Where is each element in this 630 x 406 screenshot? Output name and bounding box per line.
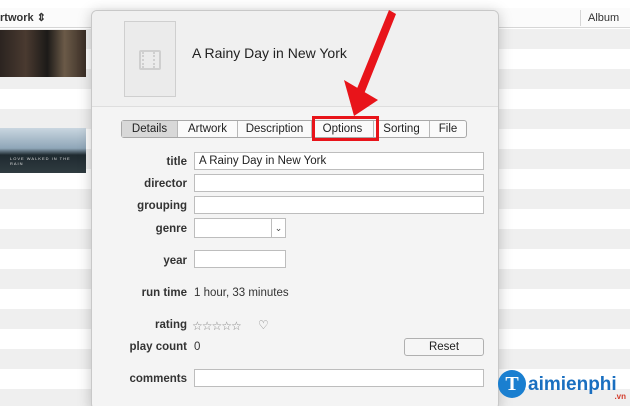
play-count-value: 0	[194, 341, 201, 353]
run-time-label: run time	[141, 287, 187, 299]
film-placeholder-icon	[139, 50, 161, 70]
director-field[interactable]	[194, 174, 484, 192]
tab-sorting[interactable]: Sorting	[374, 121, 430, 137]
info-dialog: A Rainy Day in New York Details Artwork …	[91, 10, 499, 406]
column-header-artwork-label: rtwork	[0, 12, 34, 24]
comments-label: comments	[129, 373, 187, 385]
year-field[interactable]	[194, 250, 286, 268]
movie-thumbnail[interactable]: LOVE WALKED IN THE RAIN	[0, 128, 86, 173]
tab-description[interactable]: Description	[238, 121, 312, 137]
title-label: title	[166, 156, 187, 168]
tab-file[interactable]: File	[430, 121, 466, 137]
logo-letter: T	[498, 370, 526, 398]
logo-text: aimienphi	[528, 374, 617, 395]
rating-stars[interactable]: ☆☆☆☆☆	[192, 319, 242, 333]
tab-details[interactable]: Details	[122, 121, 178, 137]
title-field[interactable]: A Rainy Day in New York	[194, 152, 484, 170]
dialog-title: A Rainy Day in New York	[192, 45, 347, 61]
annotation-arrow-icon	[344, 10, 396, 116]
logo-suffix: .vn	[614, 392, 626, 401]
year-label: year	[163, 255, 187, 267]
love-heart-icon[interactable]: ♡	[258, 318, 269, 332]
column-divider	[580, 10, 581, 26]
column-header-artwork[interactable]: rtwork ⇕	[0, 11, 46, 24]
grouping-label: grouping	[137, 200, 187, 212]
taimienphi-logo: T aimienphi .vn	[498, 368, 630, 402]
chevron-down-icon[interactable]: ⌄	[271, 219, 285, 237]
play-count-label: play count	[129, 341, 187, 353]
grouping-field[interactable]	[194, 196, 484, 214]
sort-updown-icon: ⇕	[36, 12, 46, 24]
artwork-placeholder[interactable]	[124, 21, 176, 97]
thumbnail-caption: LOVE WALKED IN THE RAIN	[10, 156, 71, 166]
tab-bar: Details Artwork Description Options Sort…	[121, 120, 467, 138]
reset-button[interactable]: Reset	[404, 338, 484, 356]
run-time-value: 1 hour, 33 minutes	[194, 287, 289, 299]
genre-select[interactable]: ⌄	[194, 218, 286, 238]
genre-label: genre	[155, 223, 187, 235]
rating-label: rating	[155, 319, 187, 331]
director-label: director	[144, 178, 187, 190]
dialog-header: A Rainy Day in New York	[92, 11, 498, 107]
tab-artwork[interactable]: Artwork	[178, 121, 238, 137]
movie-thumbnail[interactable]	[0, 30, 86, 77]
column-header-album[interactable]: Album	[588, 12, 619, 24]
comments-field[interactable]	[194, 369, 484, 387]
